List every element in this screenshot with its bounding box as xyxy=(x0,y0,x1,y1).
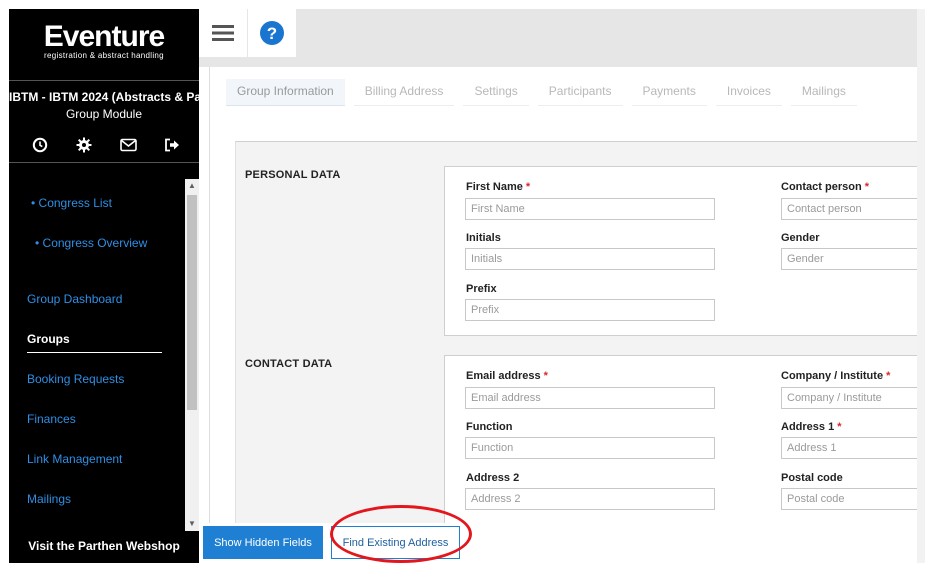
sidebar-item-finances[interactable]: Finances xyxy=(27,412,76,426)
app-window: Eventure registration & abstract handlin… xyxy=(0,0,925,569)
help-button[interactable]: ? xyxy=(248,9,296,57)
tab-invoices[interactable]: Invoices xyxy=(715,79,782,106)
personal-data-section: First Name* Contact person* Initials Gen… xyxy=(444,166,917,336)
sidebar-item-congress-overview[interactable]: • Congress Overview xyxy=(35,236,147,250)
email-label: Email address * xyxy=(466,370,548,382)
sidebar-scrollbar[interactable]: ▲ ▼ xyxy=(185,179,199,531)
sidebar-item-groups[interactable]: Groups xyxy=(27,332,70,346)
postal-code-label: Postal code xyxy=(781,472,843,484)
gender-label: Gender xyxy=(781,232,820,244)
postal-code-field[interactable] xyxy=(781,488,917,510)
sidebar-item-group-dashboard[interactable]: Group Dashboard xyxy=(27,292,122,306)
first-name-label: First Name * xyxy=(466,181,531,193)
envelope-icon[interactable] xyxy=(119,136,137,154)
active-item-underline xyxy=(27,352,162,353)
company-label: Company / Institute * xyxy=(781,370,891,382)
menu-button[interactable] xyxy=(199,9,247,57)
sidebar-divider xyxy=(9,80,199,81)
form-area: PERSONAL DATA First Name* Contact person… xyxy=(235,141,917,523)
gear-icon[interactable] xyxy=(75,136,93,154)
sidebar-icon-row xyxy=(31,136,181,154)
initials-label: Initials xyxy=(466,232,501,244)
function-label: Function xyxy=(466,421,513,433)
scroll-up-arrow-icon[interactable]: ▲ xyxy=(185,179,199,193)
prefix-label: Prefix xyxy=(466,283,497,295)
webshop-link[interactable]: Visit the Parthen Webshop xyxy=(9,539,199,553)
tab-mailings[interactable]: Mailings xyxy=(790,79,857,106)
eventure-logo[interactable]: Eventure registration & abstract handlin… xyxy=(9,20,199,61)
svg-text:?: ? xyxy=(267,24,277,43)
show-hidden-fields-button[interactable]: Show Hidden Fields xyxy=(203,526,323,559)
main-panel: Group Information Billing Address Settin… xyxy=(209,67,917,523)
function-field[interactable] xyxy=(465,437,715,459)
contact-person-field[interactable] xyxy=(781,198,917,220)
logout-icon[interactable] xyxy=(163,136,181,154)
top-toolbar: ? xyxy=(199,9,917,67)
hamburger-icon xyxy=(212,25,234,41)
sidebar: Eventure registration & abstract handlin… xyxy=(9,9,199,563)
contact-data-section: Email address* Company / Institute* Func… xyxy=(444,355,917,523)
tab-group-information[interactable]: Group Information xyxy=(226,79,345,106)
sidebar-item-booking-requests[interactable]: Booking Requests xyxy=(27,372,124,386)
prefix-field[interactable] xyxy=(465,299,715,321)
clock-icon[interactable] xyxy=(31,136,49,154)
logo-tagline: registration & abstract handling xyxy=(44,51,164,60)
find-existing-address-button[interactable]: Find Existing Address xyxy=(331,526,460,559)
address2-field[interactable] xyxy=(465,488,715,510)
window-edge xyxy=(917,9,925,563)
sidebar-item-mailings[interactable]: Mailings xyxy=(27,492,71,506)
initials-field[interactable] xyxy=(465,248,715,270)
company-field[interactable] xyxy=(781,387,917,409)
congress-name: IBTM - IBTM 2024 (Abstracts & Par... xyxy=(9,90,199,104)
tab-participants[interactable]: Participants xyxy=(537,79,623,106)
contact-person-label: Contact person * xyxy=(781,181,869,193)
tab-settings[interactable]: Settings xyxy=(463,79,529,106)
scroll-thumb[interactable] xyxy=(187,195,197,410)
address2-label: Address 2 xyxy=(466,472,520,484)
gender-select[interactable] xyxy=(781,248,917,270)
first-name-field[interactable] xyxy=(465,198,715,220)
sidebar-nav: • Congress List • Congress Overview Grou… xyxy=(9,179,184,529)
sidebar-item-congress-list[interactable]: • Congress List xyxy=(31,196,112,210)
address1-field[interactable] xyxy=(781,437,917,459)
logo-title: Eventure xyxy=(43,20,165,53)
tab-payments[interactable]: Payments xyxy=(631,79,707,106)
sidebar-divider xyxy=(9,162,199,163)
sidebar-item-link-management[interactable]: Link Management xyxy=(27,452,122,466)
help-circle-icon: ? xyxy=(260,21,284,45)
module-name: Group Module xyxy=(65,107,143,121)
tab-billing-address[interactable]: Billing Address xyxy=(353,79,455,106)
email-field[interactable] xyxy=(465,387,715,409)
contact-data-heading: CONTACT DATA xyxy=(245,358,333,370)
personal-data-heading: PERSONAL DATA xyxy=(245,169,341,181)
scroll-down-arrow-icon[interactable]: ▼ xyxy=(185,517,199,531)
tab-bar: Group Information Billing Address Settin… xyxy=(226,79,866,106)
address1-label: Address 1 * xyxy=(781,421,842,433)
